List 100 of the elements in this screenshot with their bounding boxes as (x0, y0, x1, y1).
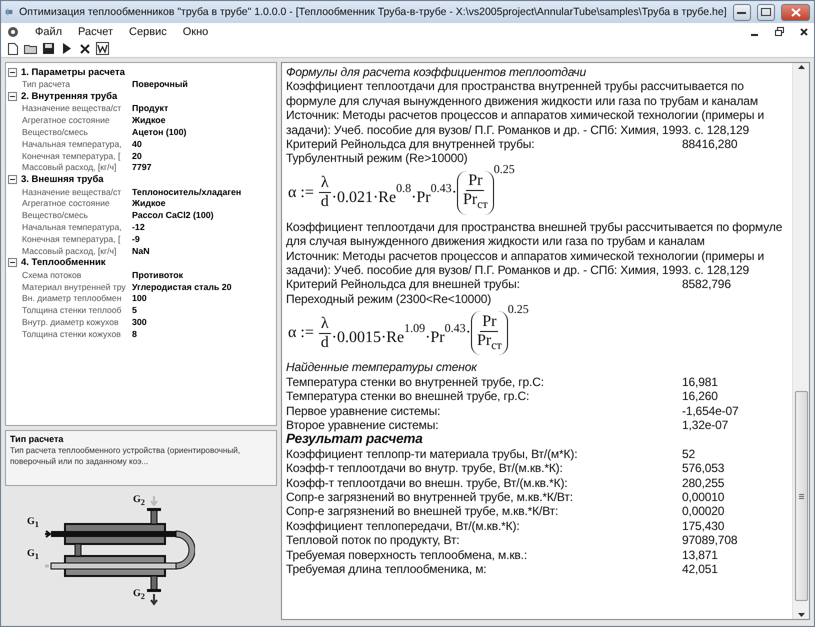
property-value[interactable]: Рассол CaCl2 (100) (132, 210, 274, 220)
property-name: Конечная температура, [ (22, 234, 122, 244)
result-value: 16,981 (682, 374, 719, 390)
result-label: Критерий Рейнольдса для внутренней трубы: (286, 137, 536, 152)
result-label: Требуемая длина теплообменика, м: (286, 562, 488, 576)
result-label: Сопр-е загрязнений во внутренней трубе, м.кв.*К/Вт: (286, 490, 574, 504)
property-value[interactable]: -9 (132, 234, 274, 244)
property-name: Начальная температура, (22, 222, 123, 232)
property-name: Толщина стенки кожухов (22, 328, 122, 339)
maximize-button[interactable] (756, 4, 776, 20)
close-button[interactable] (781, 4, 810, 20)
minimize-icon (737, 10, 746, 14)
category-title: 3. Внешняя труба (21, 174, 104, 186)
minimize-button[interactable] (732, 4, 751, 20)
section-heading: Найденные температуры стенок (286, 360, 478, 375)
property-value[interactable]: Ацетон (100) (132, 127, 274, 138)
property-name: Агрегатное состояние (22, 115, 111, 126)
collapse-icon[interactable] (8, 258, 17, 268)
property-name: Схема потоков (22, 270, 82, 280)
property-name: Начальная температура, (22, 138, 123, 149)
close-icon[interactable] (800, 28, 808, 36)
collapse-icon[interactable] (8, 175, 17, 184)
result-value: 13,871 (682, 548, 719, 562)
result-value: 1,32e-07 (682, 418, 730, 432)
report-text: Турбулентный режим (Re>10000) (286, 151, 469, 166)
result-value: -1,654e-07 (682, 404, 740, 418)
result-label: Первое уравнение системы: (286, 404, 442, 418)
property-value[interactable]: 8 (132, 328, 274, 339)
property-name: Тип расчета (22, 79, 72, 90)
app-icon (5, 6, 14, 18)
property-value[interactable]: Теплоноситель/хладаген (132, 186, 274, 197)
window-title: Оптимизация теплообменников "труба в трубе" 1.0.0.0 - [Теплообменник Труба-в-трубе - X:\vs2005project\AnnularTube\samples\Труба в трубе.he] (19, 6, 727, 18)
collapse-icon[interactable] (8, 92, 17, 101)
report-text: Источник: Методы расчетов процессов и аппаратов химической технологии (примеры и задачи): Учеб. пособие для вузов/ П.Г. Романков и др. - СПб: Химия, 1993. с. 128,129 (286, 248, 766, 278)
property-value[interactable]: 100 (132, 293, 274, 304)
property-value[interactable]: Углеродистая сталь 20 (132, 282, 274, 292)
result-value: 42,051 (682, 562, 719, 576)
property-name: Назначение вещества/ст (22, 186, 122, 197)
gear-icon[interactable] (7, 26, 19, 38)
report-text: Переходный режим (2300<Re<10000) (286, 292, 492, 306)
restore-icon[interactable] (775, 27, 784, 36)
maximize-icon (760, 8, 771, 16)
description-text: Тип расчета теплообменного устройства (ориентировочный, поверочный или по заданному коэ... (10, 445, 242, 467)
report-text: Коэффициент теплоотдачи для пространства внешней трубы рассчитывается по формуле для случая вынужденного движения жидкости или газа по трубам и каналам (286, 220, 784, 249)
property-name: Конечная температура, [ (22, 150, 122, 161)
category-title: 4. Теплообменник (21, 257, 106, 268)
scrollbar[interactable] (792, 63, 809, 619)
property-value[interactable]: Жидкое (132, 198, 274, 208)
property-value[interactable]: 5 (132, 305, 274, 316)
property-value[interactable]: Продукт (132, 103, 274, 114)
result-label: Коэфф-т теплоотдачи во внешн. трубе, Вт/(м.кв.*К): (286, 476, 568, 490)
result-label: Температура стенки во внутренней трубе, гр.С: (286, 374, 545, 390)
grip-icon (798, 494, 804, 498)
result-value: 97089,708 (682, 533, 738, 548)
menu-item[interactable]: Расчет (78, 26, 114, 38)
result-label: Второе уравнение системы: (286, 418, 440, 432)
category-title: 2. Внутренняя труба (21, 90, 118, 102)
document-icon[interactable] (95, 41, 110, 56)
section-heading: Формулы для расчета коэффициентов теплоотдачи (286, 65, 588, 80)
result-value: 280,255 (682, 476, 726, 490)
section-heading: Результат расчета (286, 432, 424, 447)
collapse-icon[interactable] (8, 68, 17, 77)
menu-item[interactable]: Файл (35, 26, 62, 38)
property-name: Массовый расход, [кг/ч] (22, 246, 118, 256)
property-value[interactable]: 7797 (132, 162, 274, 172)
flow-label: G$_{2}$ (133, 494, 145, 508)
result-label: Коэффициент теплопередачи, Вт/(м.кв.*К): (286, 518, 521, 534)
result-label: Тепловой поток по продукту, Вт: (286, 533, 460, 548)
property-name: Внутр. диаметр кожухов (22, 317, 120, 327)
property-value[interactable]: Жидкое (132, 115, 274, 126)
property-name: Агрегатное состояние (22, 198, 111, 208)
property-value[interactable]: -12 (132, 222, 274, 232)
menu-item[interactable]: Сервис (129, 26, 167, 38)
result-value: 576,053 (682, 461, 726, 476)
result-value: 88416,280 (682, 137, 738, 152)
result-value: 16,260 (682, 389, 719, 404)
result-label: Коэффициент теплопр-ти материала трубы, Вт/(м*К): (286, 446, 578, 462)
description-title: Тип расчета (10, 434, 64, 444)
result-label: Требуемая поверхность теплообмена, м.кв.: (286, 548, 528, 562)
property-value[interactable]: Поверочный (132, 79, 274, 90)
scroll-down-icon[interactable] (798, 613, 804, 617)
property-value[interactable]: 40 (132, 138, 274, 149)
result-label: Сопр-е загрязнений во внешней трубе, м.кв.*К/Вт: (286, 504, 560, 519)
scroll-up-icon[interactable] (798, 65, 804, 69)
property-value[interactable]: Противоток (132, 270, 274, 280)
property-name: Вещество/смесь (22, 127, 89, 138)
result-value: 175,430 (682, 518, 726, 534)
result-label: Температура стенки во внешней трубе, гр.С: (286, 389, 530, 404)
category-title: 1. Параметры расчета (21, 66, 125, 78)
menu-item[interactable]: Окно (182, 26, 208, 38)
result-label: Коэфф-т теплоотдачи во внутр. трубе, Вт/(м.кв.*К): (286, 461, 564, 476)
result-value: 8582,796 (682, 277, 732, 292)
flow-label: G$_{2}$ (133, 588, 145, 602)
property-value[interactable]: 300 (132, 317, 274, 327)
save-icon[interactable] (41, 41, 56, 56)
property-value[interactable]: 20 (132, 150, 274, 161)
property-value[interactable]: NaN (132, 246, 274, 256)
report-text: Коэффициент теплоотдачи для пространства внутренней трубы рассчитывается по формуле для случая вынужденного движения жидкости или газа по трубам и каналам (286, 79, 759, 108)
property-name: Массовый расход, [кг/ч] (22, 162, 118, 172)
report-text: Источник: Методы расчетов процессов и аппаратов химической технологии (примеры и задачи): Учеб. пособие для вузов/ П.Г. Романков и др. - СПб: Химия, 1993. с. 128,129 (286, 108, 766, 138)
